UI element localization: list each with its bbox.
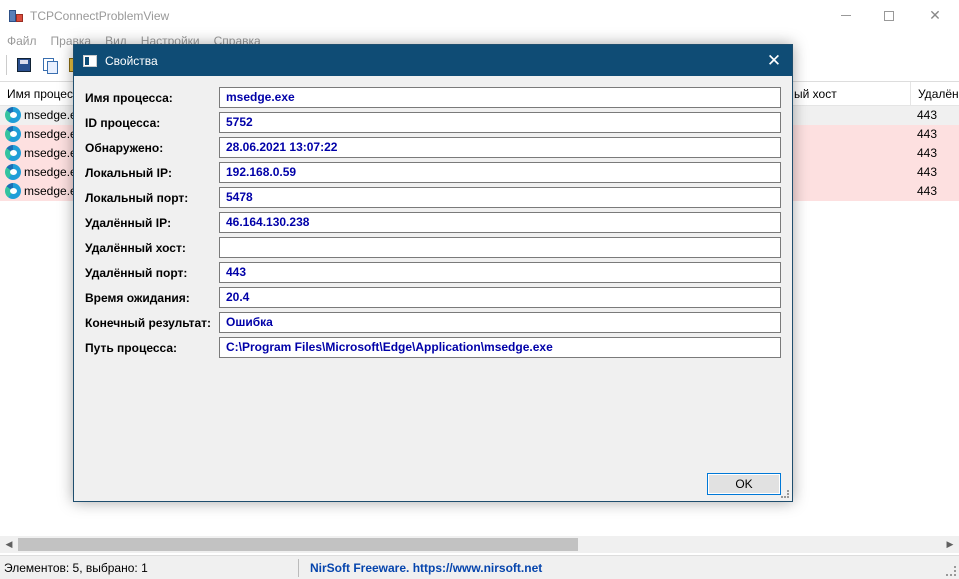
- cell-remote-port: 443: [917, 108, 938, 122]
- value-local-port[interactable]: 5478: [219, 187, 781, 208]
- properties-dialog: Свойства ✕ Имя процесса: msedge.exe ID п…: [73, 44, 793, 502]
- nirsoft-link[interactable]: NirSoft Freeware. https://www.nirsoft.ne…: [310, 556, 542, 579]
- ok-button[interactable]: OK: [707, 473, 781, 495]
- toolbar-separator: [6, 55, 7, 75]
- value-wait-time[interactable]: 20.4: [219, 287, 781, 308]
- value-remote-host[interactable]: [219, 237, 781, 258]
- dialog-window-icon: [83, 54, 97, 67]
- value-detected[interactable]: 28.06.2021 13:07:22: [219, 137, 781, 158]
- cell-process-name: msedge.e: [24, 127, 77, 141]
- label-local-ip: Локальный IP:: [85, 166, 172, 180]
- status-divider: [298, 559, 299, 577]
- edge-icon: [5, 183, 21, 199]
- copy-icon: [43, 58, 58, 74]
- edge-icon: [5, 145, 21, 161]
- column-remote-host[interactable]: ый хост: [787, 82, 911, 106]
- label-process-name: Имя процесса:: [85, 91, 173, 105]
- value-final-result[interactable]: Ошибка: [219, 312, 781, 333]
- label-process-id: ID процесса:: [85, 116, 161, 130]
- value-local-ip[interactable]: 192.168.0.59: [219, 162, 781, 183]
- value-remote-ip[interactable]: 46.164.130.238: [219, 212, 781, 233]
- column-process-name[interactable]: Имя процесса: [0, 82, 78, 106]
- edge-icon: [5, 126, 21, 142]
- label-remote-port: Удалённый порт:: [85, 266, 188, 280]
- close-icon: ✕: [766, 51, 782, 70]
- label-process-path: Путь процесса:: [85, 341, 177, 355]
- save-button[interactable]: [13, 54, 35, 76]
- label-local-port: Локальный порт:: [85, 191, 189, 205]
- label-final-result: Конечный результат:: [85, 316, 212, 330]
- edge-icon: [5, 164, 21, 180]
- horizontal-scrollbar[interactable]: ◀ ▶: [0, 536, 959, 553]
- resize-grip-icon[interactable]: [946, 566, 956, 576]
- scrollbar-thumb[interactable]: [18, 538, 578, 551]
- cell-process-name: msedge.e: [24, 108, 77, 122]
- cell-process-name: msedge.e: [24, 146, 77, 160]
- cell-remote-port: 443: [917, 127, 938, 141]
- save-icon: [17, 58, 31, 72]
- maximize-button[interactable]: [866, 0, 912, 31]
- dialog-close-button[interactable]: ✕: [756, 45, 792, 76]
- dialog-title: Свойства: [105, 53, 158, 68]
- cell-process-name: msedge.e: [24, 184, 77, 198]
- menu-file[interactable]: Файл: [0, 31, 44, 51]
- value-remote-port[interactable]: 443: [219, 262, 781, 283]
- window-title: TCPConnectProblemView: [30, 8, 170, 23]
- copy-button[interactable]: [39, 54, 61, 76]
- scroll-left-icon[interactable]: ◀: [2, 536, 16, 553]
- label-remote-host: Удалённый хост:: [85, 241, 186, 255]
- label-remote-ip: Удалённый IP:: [85, 216, 172, 230]
- close-button[interactable]: ✕: [912, 0, 958, 31]
- minimize-icon: [841, 15, 851, 16]
- cell-remote-port: 443: [917, 165, 938, 179]
- dialog-resize-grip-icon[interactable]: [781, 490, 789, 498]
- value-process-path[interactable]: C:\Program Files\Microsoft\Edge\Applicat…: [219, 337, 781, 358]
- cell-remote-port: 443: [917, 184, 938, 198]
- label-wait-time: Время ожидания:: [85, 291, 190, 305]
- maximize-icon: [884, 10, 894, 21]
- scroll-right-icon[interactable]: ▶: [943, 536, 957, 553]
- dialog-titlebar: Свойства ✕: [74, 45, 792, 76]
- main-titlebar: TCPConnectProblemView ✕: [0, 0, 959, 31]
- cell-remote-port: 443: [917, 146, 938, 160]
- app-icon: [8, 8, 24, 24]
- label-detected: Обнаружено:: [85, 141, 164, 155]
- cell-process-name: msedge.e: [24, 165, 77, 179]
- column-remote-port[interactable]: Удалён: [911, 82, 959, 106]
- value-process-name[interactable]: msedge.exe: [219, 87, 781, 108]
- status-count: Элементов: 5, выбрано: 1: [4, 561, 148, 575]
- minimize-button[interactable]: [823, 0, 869, 31]
- edge-icon: [5, 107, 21, 123]
- close-icon: ✕: [929, 7, 941, 23]
- status-bar: Элементов: 5, выбрано: 1 NirSoft Freewar…: [0, 555, 959, 579]
- value-process-id[interactable]: 5752: [219, 112, 781, 133]
